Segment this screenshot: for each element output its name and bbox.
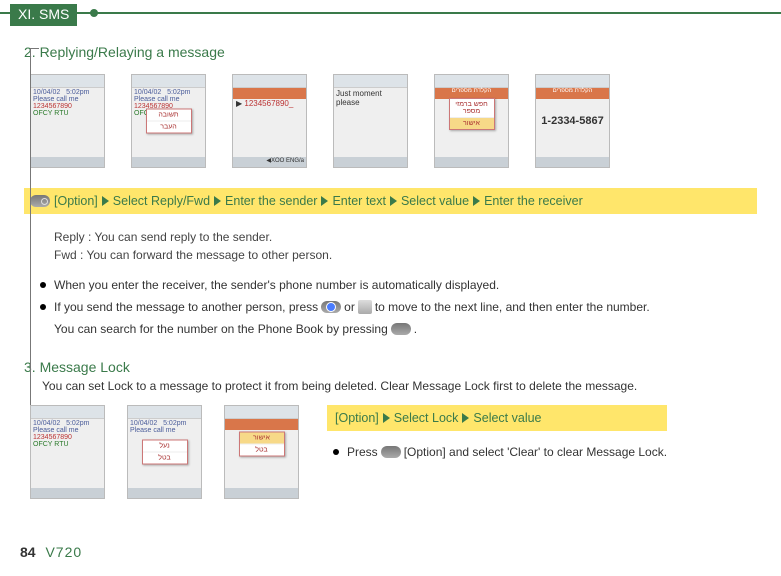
phone-screen-2: 10/04/02 5:02pm Please call me 123456789…	[131, 74, 206, 168]
phone-screen-3: ▶ 1234567890_ ◀XOO ENG/a	[232, 74, 307, 168]
popup-confirm: אישור בטל	[239, 432, 285, 457]
chevron-right-icon	[383, 413, 390, 423]
chevron-right-icon	[321, 196, 328, 206]
phone-screen-6: הקלדת מספרים 1-2334-5867	[535, 74, 610, 168]
bullet-icon	[333, 449, 339, 455]
popup-lock: נעל בטל	[142, 439, 188, 464]
instruction-bar-1: [Option] Select Reply/Fwd Enter the send…	[24, 188, 757, 214]
bullet-list: When you enter the receiver, the sender'…	[40, 274, 757, 341]
phone-screen-1: 10/04/02 5:02pm Please call me 123456789…	[30, 74, 105, 168]
chevron-right-icon	[462, 413, 469, 423]
bullet-1: When you enter the receiver, the sender'…	[54, 274, 499, 296]
option-key-icon	[391, 323, 411, 335]
section-tab: XI. SMS	[10, 4, 77, 26]
key-icon	[358, 300, 372, 314]
subtitle-replying: 2. Replying/Relaying a message	[24, 44, 757, 60]
bullet-icon	[40, 304, 46, 310]
chevron-right-icon	[473, 196, 480, 206]
popup-search: חפש ברמזי מספר אישור	[449, 98, 495, 130]
phone-screen-lock-1: 10/04/02 5:02pm Please call me 123456789…	[30, 405, 105, 499]
subtitle-lock: 3. Message Lock	[24, 359, 757, 375]
screen-time: 5:02pm	[66, 89, 89, 96]
page-number: 84	[20, 544, 36, 560]
screen-msg: Please call me	[33, 96, 79, 103]
screen4-text: Just moment please	[336, 89, 407, 107]
bullet-2a: If you send the message to another perso…	[54, 296, 318, 318]
bullet-3a: You can search for the number on the Pho…	[54, 318, 388, 340]
phone-screen-4: Just moment please	[333, 74, 408, 168]
phone-screen-5: הקלדת מספרים חפש ברמזי מספר אישור	[434, 74, 509, 168]
section3-row: 10/04/02 5:02pm Please call me 123456789…	[24, 405, 757, 499]
screenshots-row-1: 10/04/02 5:02pm Please call me 123456789…	[30, 74, 757, 168]
top-rule	[0, 12, 781, 14]
model-name: V720	[45, 544, 82, 560]
option-key-icon	[381, 446, 401, 458]
chevron-right-icon	[390, 196, 397, 206]
tab-dot	[90, 9, 98, 17]
chevron-right-icon	[102, 196, 109, 206]
lock-description: You can set Lock to a message to protect…	[42, 379, 757, 393]
note-reply: Reply : You can send reply to the sender…	[54, 230, 272, 244]
press-line: Press [Option] and select 'Clear' to cle…	[333, 445, 667, 459]
reply-fwd-notes: Reply : You can send reply to the sender…	[40, 230, 757, 262]
page-footer: 84 V720	[20, 544, 82, 560]
chevron-right-icon	[214, 196, 221, 206]
note-fwd: Fwd : You can forward the message to oth…	[54, 248, 332, 262]
option-label: [Option]	[54, 194, 98, 208]
bullet-icon	[40, 282, 46, 288]
screen6-number: 1-2334-5867	[536, 115, 609, 127]
page-content: 2. Replying/Relaying a message 10/04/02 …	[24, 44, 757, 499]
phone-screen-lock-3: אישור בטל	[224, 405, 299, 499]
phone-screen-lock-2: 10/04/02 5:02pm Please call me נעל בטל	[127, 405, 202, 499]
instruction-bar-2: [Option] Select Lock Select value	[327, 405, 667, 431]
popup-reply-fwd: תשובה העבר	[146, 109, 192, 134]
nav-ok-icon	[321, 301, 341, 313]
